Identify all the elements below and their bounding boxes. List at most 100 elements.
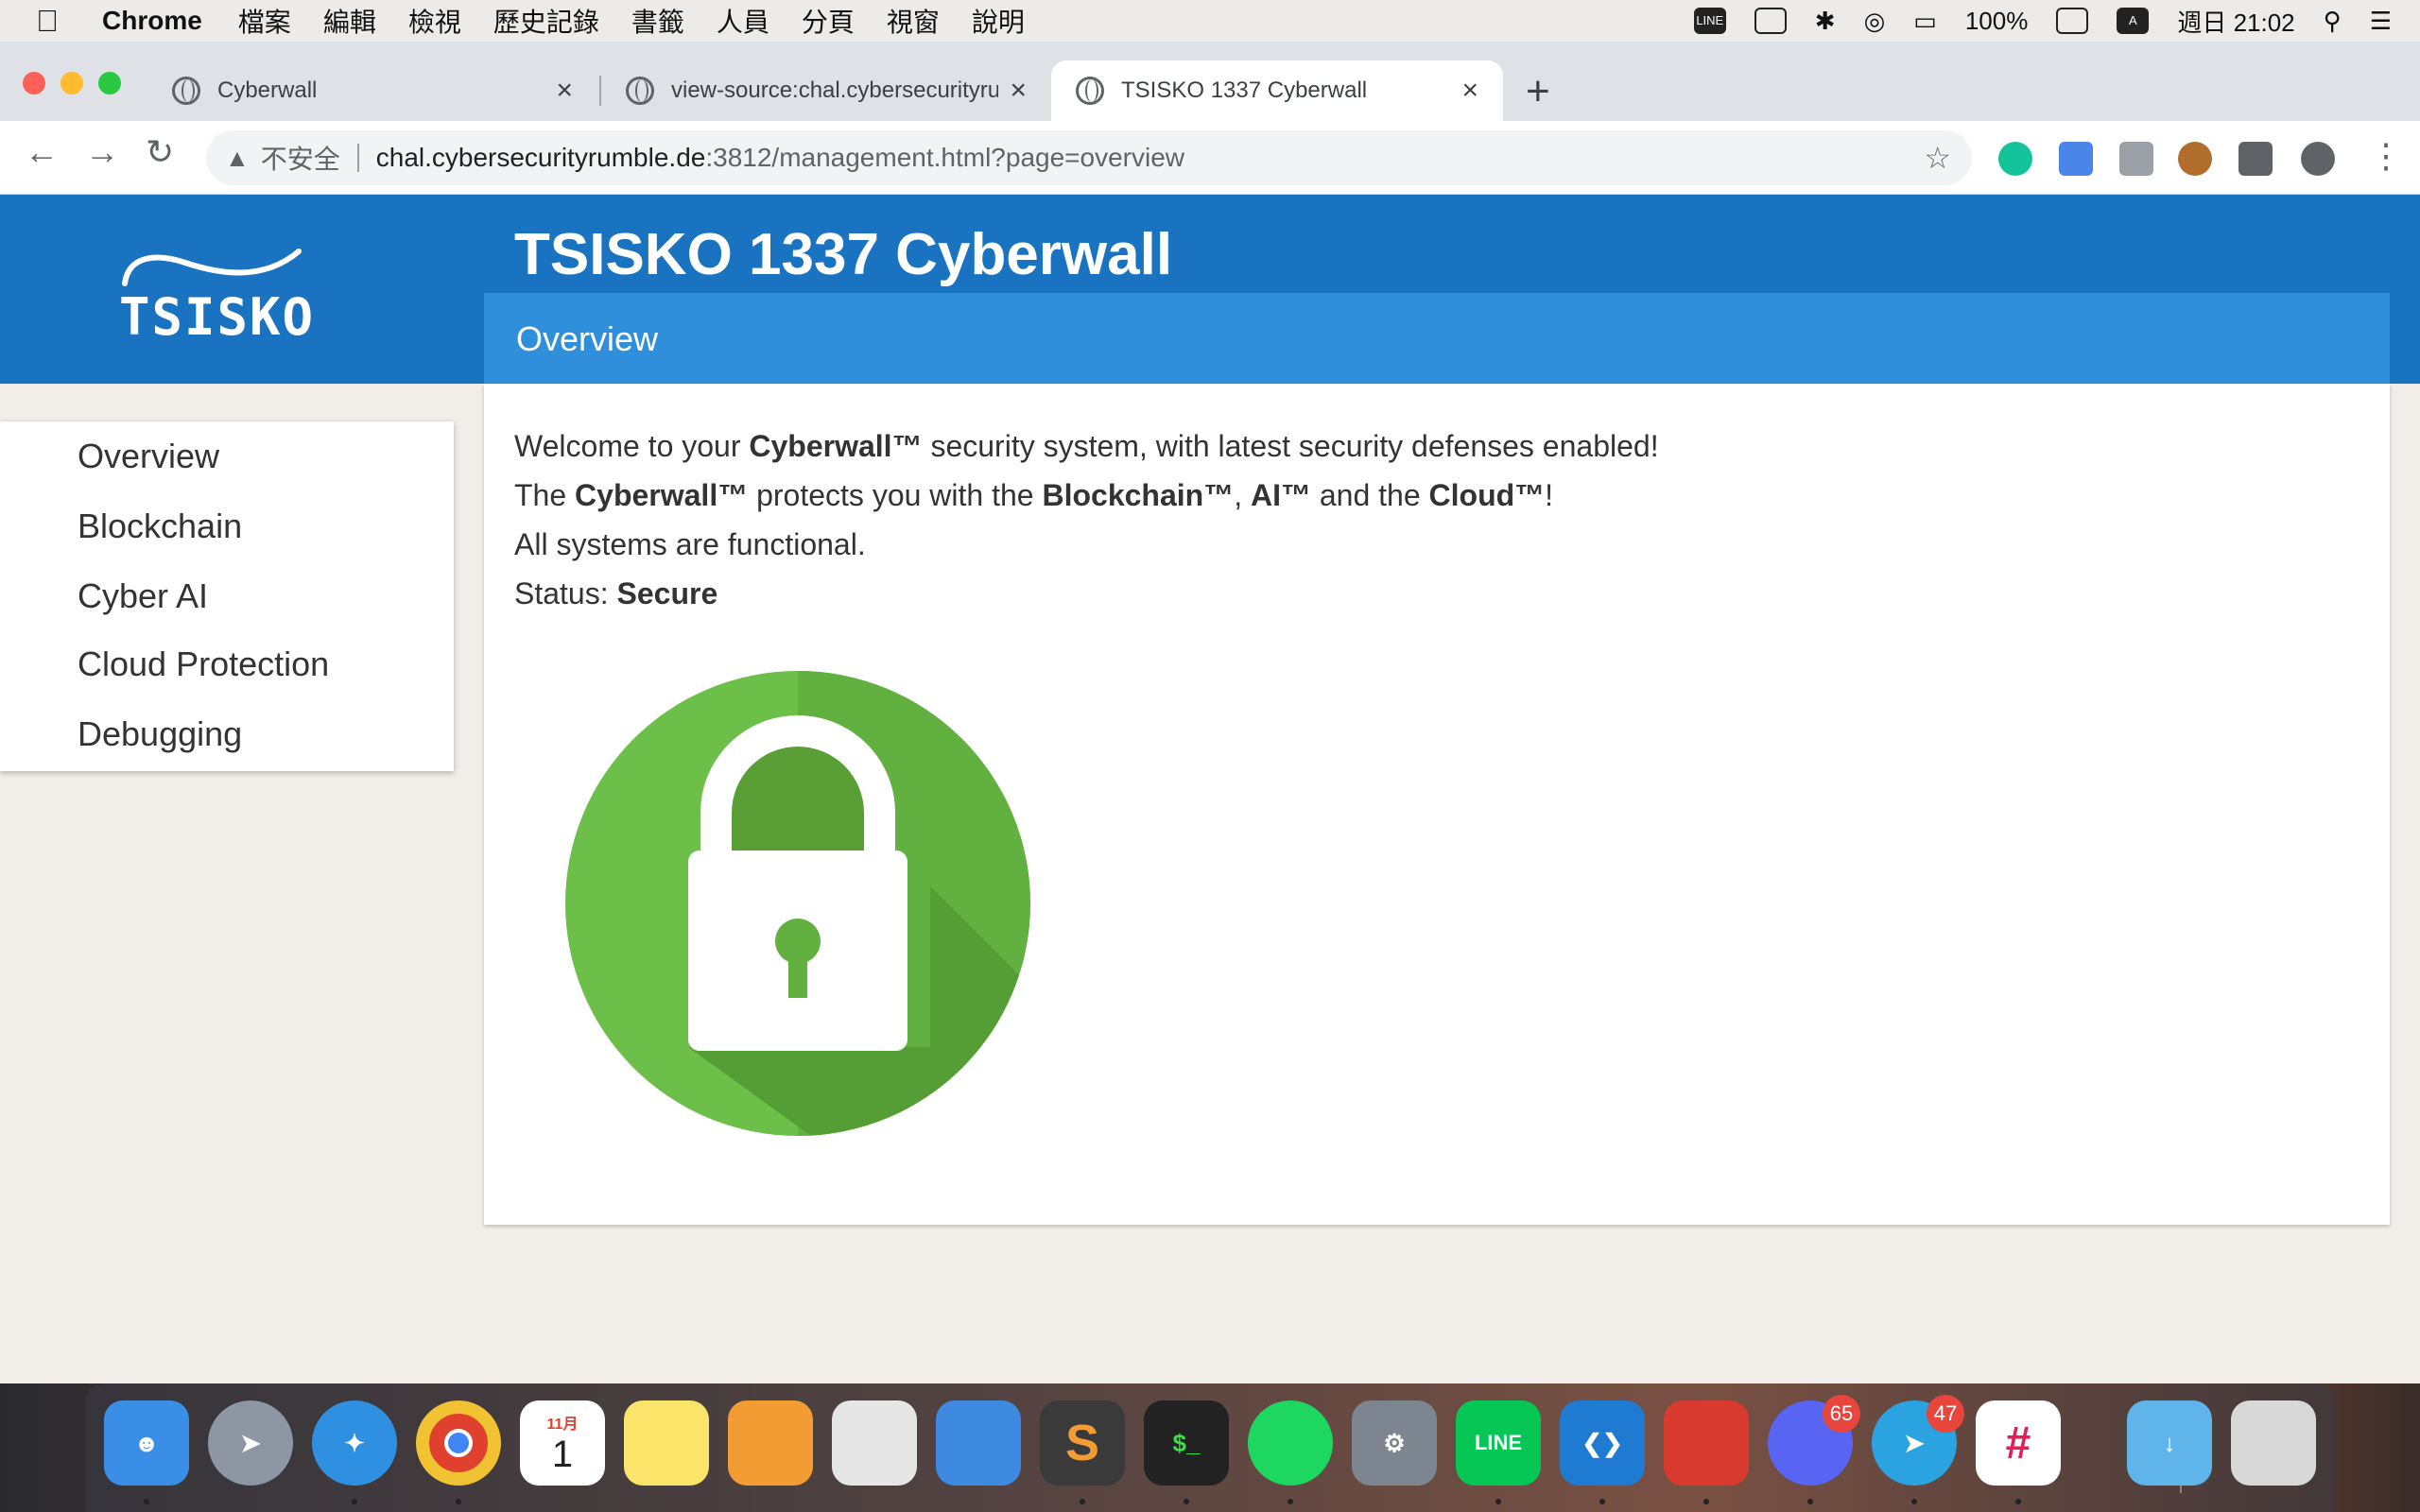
launchpad-icon[interactable]: ➤	[208, 1400, 293, 1486]
macos-menu-bar:  Chrome 檔案 編輯 檢視 歷史記錄 書籤 人員 分頁 視窗 說明 LI…	[0, 0, 2420, 42]
menu-edit[interactable]: 編輯	[323, 2, 376, 40]
apple-menu-icon[interactable]: 	[36, 4, 78, 39]
menu-view[interactable]: 檢視	[408, 2, 461, 40]
security-label[interactable]: 不安全	[261, 139, 340, 177]
tab-strip: Cyberwall × view-source:chal.cybersecuri…	[0, 42, 2420, 121]
minimize-window-button[interactable]	[60, 72, 83, 94]
logo-wave-icon	[122, 249, 302, 286]
slack-icon[interactable]: #	[1976, 1400, 2061, 1486]
chrome-window: Cyberwall × view-source:chal.cybersecuri…	[0, 42, 2420, 1383]
globe-icon	[626, 77, 654, 105]
finder-icon[interactable]: ☻	[104, 1400, 189, 1486]
site-header: TSISKO TSISKO 1337 Cyberwall Overview	[0, 195, 2420, 384]
close-window-button[interactable]	[23, 72, 45, 94]
chrome-icon[interactable]	[416, 1400, 501, 1486]
macos-dock: ☻ ➤ ✦ 11月 1 S $_ ⚙ LINE ❮❯ 65 ➤ 47 # ↓	[85, 1383, 2335, 1512]
notification-center-icon[interactable]: ☰	[2370, 7, 2392, 36]
input-method-indicator[interactable]: A	[2117, 8, 2150, 34]
keynote-icon[interactable]	[936, 1400, 1021, 1486]
site-title: TSISKO 1337 Cyberwall	[514, 222, 1173, 287]
spotlight-search-icon[interactable]: ⚲	[2324, 7, 2342, 36]
discord-badge: 65	[1823, 1395, 1860, 1433]
app-menu-chrome[interactable]: Chrome	[102, 6, 202, 36]
trash-icon[interactable]	[2231, 1400, 2316, 1486]
js-extension-icon[interactable]	[2119, 142, 2153, 176]
globe-icon	[1076, 77, 1104, 105]
profile-avatar-icon[interactable]	[2301, 142, 2335, 176]
menu-history[interactable]: 歷史記錄	[493, 2, 599, 40]
reload-icon[interactable]: ↻	[146, 132, 174, 172]
new-tab-button[interactable]: +	[1526, 68, 1550, 115]
close-tab-icon[interactable]: ×	[556, 75, 573, 107]
menu-window[interactable]: 視窗	[887, 2, 940, 40]
welcome-text: Welcome to your Cyberwall™ security syst…	[514, 429, 1659, 463]
fullscreen-window-button[interactable]	[98, 72, 121, 94]
numbers-icon[interactable]	[832, 1400, 917, 1486]
close-tab-icon[interactable]: ×	[1010, 75, 1027, 107]
sidebar-item-overview[interactable]: Overview	[78, 437, 219, 476]
chrome-menu-icon[interactable]: ⋮	[2369, 136, 2403, 176]
url-host: chal.cybersecurityrumble.de	[375, 143, 706, 172]
translate-extension-icon[interactable]	[2059, 142, 2093, 176]
disabled-extension-icon[interactable]	[2178, 142, 2212, 176]
desktop-background: ☻ ➤ ✦ 11月 1 S $_ ⚙ LINE ❮❯ 65 ➤ 47 # ↓	[0, 1383, 2420, 1512]
tab-title: Cyberwall	[217, 77, 318, 103]
tab-cyberwall[interactable]: Cyberwall ×	[147, 60, 597, 121]
menu-people[interactable]: 人員	[717, 2, 769, 40]
spotify-icon[interactable]	[1248, 1400, 1333, 1486]
system-preferences-icon[interactable]: ⚙	[1352, 1400, 1437, 1486]
running-indicator	[1911, 1499, 1917, 1504]
tsisko-logo[interactable]: TSISKO	[119, 246, 318, 347]
parallels-icon[interactable]	[1664, 1400, 1749, 1486]
line-app-icon[interactable]: LINE	[1456, 1400, 1541, 1486]
running-indicator	[144, 1499, 149, 1504]
forward-icon[interactable]: →	[85, 132, 119, 172]
battery-percentage[interactable]: 100%	[1965, 7, 2029, 36]
address-bar[interactable]: ▲ 不安全 chal.cybersecurityrumble.de:3812/m…	[206, 130, 1972, 185]
back-icon[interactable]: ←	[25, 132, 59, 172]
sidebar-item-cloud-protection[interactable]: Cloud Protection	[78, 644, 329, 684]
tab-tsisko-cyberwall[interactable]: TSISKO 1337 Cyberwall ×	[1051, 60, 1503, 121]
running-indicator	[1184, 1499, 1189, 1504]
grammarly-extension-icon[interactable]	[1998, 142, 2032, 176]
bluetooth-icon[interactable]: ✱	[1815, 7, 1836, 36]
tab-view-source[interactable]: view-source:chal.cybersecurityrumble.de …	[601, 60, 1051, 121]
menu-tab[interactable]: 分頁	[802, 2, 855, 40]
subheader-bar: Overview	[484, 293, 2390, 384]
padlock-icon	[565, 671, 1030, 1136]
bookmark-star-icon[interactable]: ☆	[1924, 140, 1951, 176]
running-indicator	[2015, 1499, 2021, 1504]
menu-help[interactable]: 說明	[972, 2, 1025, 40]
vscode-icon[interactable]: ❮❯	[1560, 1400, 1645, 1486]
notes-icon[interactable]	[624, 1400, 709, 1486]
battery-icon[interactable]	[2056, 8, 2089, 34]
sidebar-item-debugging[interactable]: Debugging	[78, 714, 242, 754]
protection-text: The Cyberwall™ protects you with the Blo…	[514, 478, 1554, 512]
line-status-icon[interactable]: LINE	[1693, 8, 1726, 34]
calendar-month: 11月	[546, 1416, 579, 1433]
terminal-icon[interactable]: $_	[1144, 1400, 1229, 1486]
discord-icon[interactable]: 65	[1768, 1395, 1860, 1486]
airplay-icon[interactable]: ▭	[1913, 7, 1937, 36]
logo-text: TSISKO	[119, 287, 316, 347]
calendar-icon[interactable]: 11月 1	[520, 1400, 605, 1486]
running-indicator	[1495, 1499, 1501, 1504]
screen-share-icon[interactable]	[1754, 8, 1787, 34]
menu-bookmarks[interactable]: 書籤	[631, 2, 684, 40]
systems-status-text: All systems are functional.	[514, 527, 866, 561]
close-tab-icon[interactable]: ×	[1461, 75, 1478, 107]
sublime-text-icon[interactable]: S	[1040, 1400, 1125, 1486]
menu-file[interactable]: 檔案	[238, 2, 291, 40]
wifi-icon[interactable]: ◎	[1864, 7, 1886, 36]
safari-icon[interactable]: ✦	[312, 1400, 397, 1486]
downloads-folder-icon[interactable]: ↓	[2127, 1400, 2212, 1486]
pages-icon[interactable]	[728, 1400, 813, 1486]
page-title: Overview	[516, 319, 659, 358]
sidebar-item-cyber-ai[interactable]: Cyber AI	[78, 576, 208, 616]
menu-bar-clock[interactable]: 週日 21:02	[2177, 4, 2294, 39]
sidebar-item-blockchain[interactable]: Blockchain	[78, 507, 242, 546]
telegram-icon[interactable]: ➤ 47	[1872, 1395, 1964, 1486]
telegram-badge: 47	[1927, 1395, 1964, 1433]
warning-icon[interactable]: ▲	[225, 144, 250, 173]
extensions-puzzle-icon[interactable]	[2238, 142, 2273, 176]
